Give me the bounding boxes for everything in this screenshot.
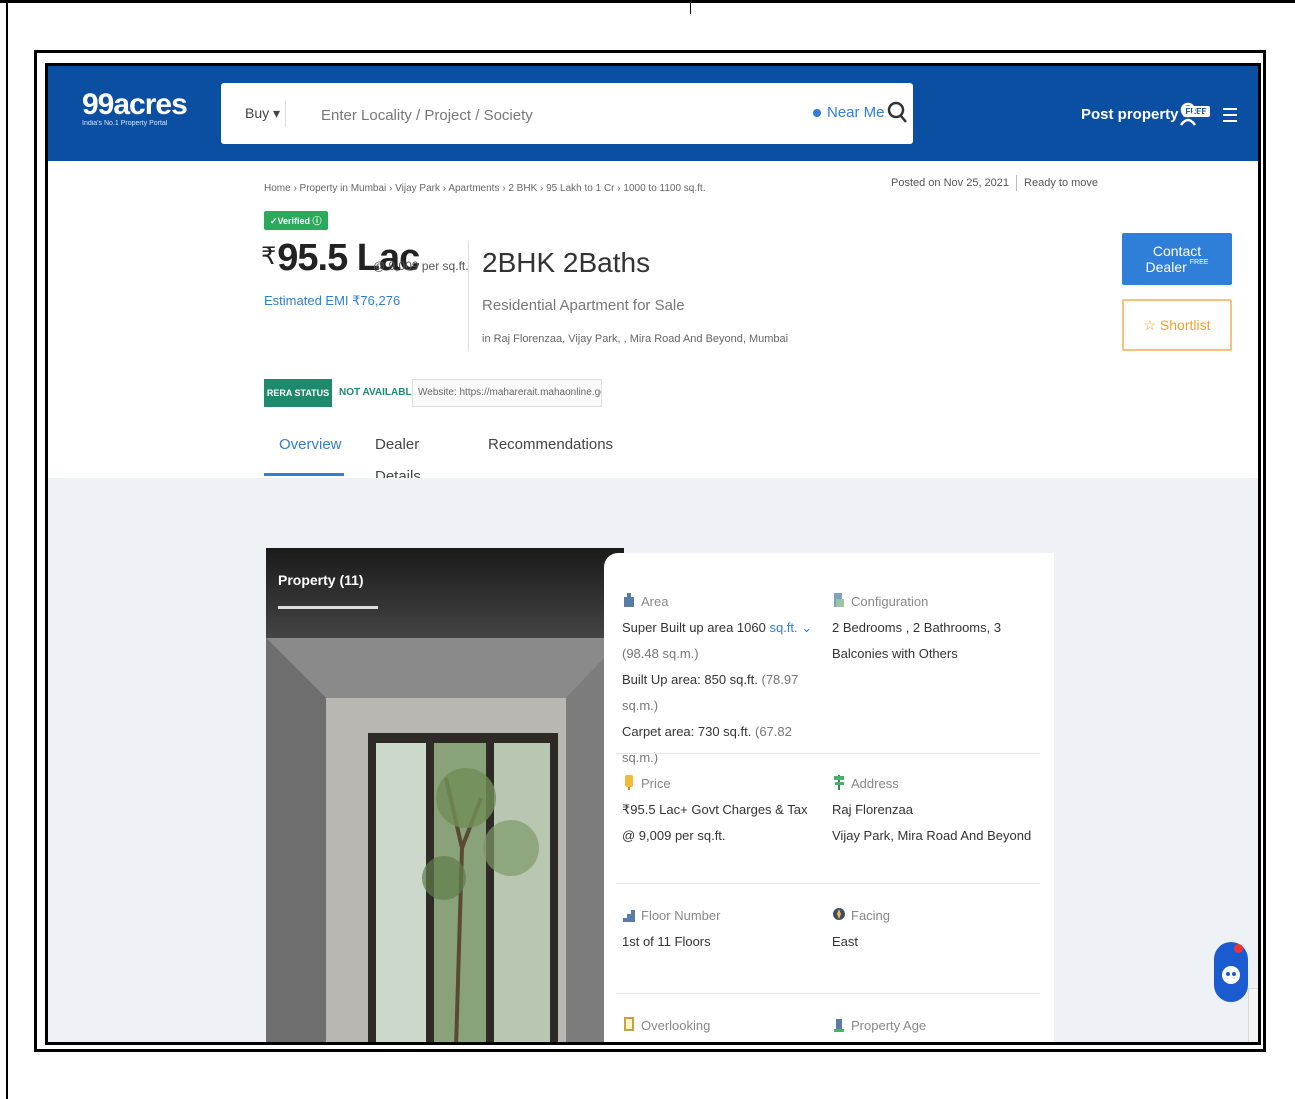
super-built-up-area: Super Built up area 1060 [622,620,766,635]
configuration-value: 2 Bedrooms , 2 Bathrooms, 3 Balconies wi… [832,620,1002,661]
floor-value: 1st of 11 Floors [622,934,711,949]
address-signpost-icon [832,773,846,791]
configuration-icon [832,591,846,609]
browser-viewport: 99acres India's No.1 Property Portal Buy… [48,66,1258,1042]
building-icon [832,1015,846,1033]
rera-value: NOT AVAILABLE [339,387,419,398]
chevron-down-icon: ▾ [269,105,281,121]
chatbot-icon [1222,966,1240,984]
site-logo[interactable]: 99acres India's No.1 Property Portal [82,88,188,127]
property-photo-gallery[interactable]: Property (11) [266,548,624,1042]
hamburger-menu-icon[interactable] [1222,107,1238,128]
gallery-title: Property (11) [278,572,364,588]
carpet-area: Carpet area: 730 sq.ft. [622,724,752,739]
area-label: Area [641,594,669,609]
property-details-card: Area Super Built up area 1060 sq.ft. ⌄ (… [604,553,1054,1042]
listing-summary: Home › Property in Mumbai › Vijay Park ›… [48,161,1258,485]
window-icon [622,1015,636,1033]
summary-divider [468,241,469,351]
address-details: Address Raj Florenzaa Vijay Park, Mira R… [832,771,1042,849]
breadcrumb[interactable]: Home › Property in Mumbai › Vijay Park ›… [264,183,705,194]
notification-dot [1234,944,1243,953]
search-icon[interactable] [887,101,909,130]
area-icon [622,591,636,609]
rupee-symbol: ₹ [261,243,276,270]
price-breakdown: ₹95.5 Lac+ Govt Charges & Tax [622,802,808,817]
details-divider [616,993,1040,994]
facing-label: Facing [851,908,891,923]
availability-status: Ready to move [1024,176,1099,189]
document-border-top [0,0,1295,3]
logo-tagline: India's No.1 Property Portal [82,120,168,127]
post-property-label: Post property [1081,106,1179,123]
near-me-label: Near Me [827,104,885,121]
super-built-up-sqm: (98.48 sq.m.) [622,646,699,661]
floor-label: Floor Number [641,908,721,923]
property-title: 2BHK 2Baths [482,247,651,278]
price-per-sqft: @ 9,009 per sq.ft. [373,259,469,273]
property-age-label: Property Age [851,1018,927,1033]
tab-overview[interactable]: Overview [279,429,342,479]
search-input[interactable] [319,99,783,131]
address-line-2: Vijay Park, Mira Road And Beyond [832,828,1032,843]
buy-dropdown[interactable]: Buy ▾ [245,105,280,122]
overlooking-details: Overlooking [622,1013,822,1039]
built-up-area: Built Up area: 850 sq.ft. [622,672,758,687]
price-label: Price [641,776,671,791]
price-rate: @ 9,009 per sq.ft. [622,828,726,843]
document-divider [690,0,691,14]
price-details: Price ₹95.5 Lac+ Govt Charges & Tax @ 9,… [622,771,822,849]
side-feedback-tab[interactable] [1248,988,1258,1042]
search-divider [285,101,286,127]
contact-free-badge: FREE [1189,259,1209,266]
overview-section: Property (11) Area Super Built up area 1… [48,478,1258,1042]
floor-details: Floor Number 1st of 11 Floors [622,903,822,955]
active-tab-indicator [264,473,344,476]
address-line-1: Raj Florenzaa [832,802,913,817]
area-details: Area Super Built up area 1060 sq.ft. ⌄ (… [622,589,822,771]
area-unit-dropdown[interactable]: sq.ft. ⌄ [769,620,812,635]
buy-label: Buy [245,105,270,121]
details-divider [616,883,1040,884]
search-bar: Buy ▾ Near Me [221,83,913,144]
contact-dealer-button[interactable]: Contact Dealer FREE [1122,233,1232,285]
property-location: in Raj Florenzaa, Vijay Park, , Mira Roa… [482,333,789,345]
facing-details: Facing East [832,903,1042,955]
shortlist-button[interactable]: ☆ Shortlist [1122,299,1232,351]
near-me-button[interactable]: Near Me [813,104,885,121]
chatbot-button[interactable] [1214,942,1248,1002]
price-tag-icon [622,773,636,791]
rera-status-badge[interactable]: RERA STATUS [264,379,332,407]
details-divider [616,753,1040,754]
user-account-icon[interactable] [1178,101,1208,132]
floor-stairs-icon [622,905,636,923]
configuration-details: Configuration 2 Bedrooms , 2 Bathrooms, … [832,589,1042,667]
tab-recommendations[interactable]: Recommendations [488,429,613,479]
compass-icon [832,905,846,923]
gallery-title-underline [278,606,378,609]
logo-text: 99acres [82,88,188,121]
location-pin-icon [813,109,821,117]
document-border-left [6,0,8,1099]
site-header: 99acres India's No.1 Property Portal Buy… [48,66,1258,161]
property-age-details: Property Age [832,1013,1042,1039]
posted-date: Posted on Nov 25, 2021 [891,176,1010,189]
posted-info: Posted on Nov 25, 2021 Ready to move [891,175,1098,191]
rera-website[interactable]: Website: https://maharerait.mahaonline.g… [412,379,602,407]
property-type: Residential Apartment for Sale [482,297,685,314]
overlooking-label: Overlooking [641,1018,711,1033]
facing-value: East [832,934,859,949]
address-label: Address [851,776,899,791]
posted-divider [1016,175,1018,191]
tab-dealer-details[interactable]: Dealer Details [375,429,421,485]
screenshot-frame: 99acres India's No.1 Property Portal Buy… [45,63,1261,1045]
verified-badge[interactable]: ✓Verified ⓘ [264,211,328,230]
configuration-label: Configuration [851,594,929,609]
property-photo [266,548,624,1042]
emi-link[interactable]: Estimated EMI ₹76,276 [264,293,400,309]
